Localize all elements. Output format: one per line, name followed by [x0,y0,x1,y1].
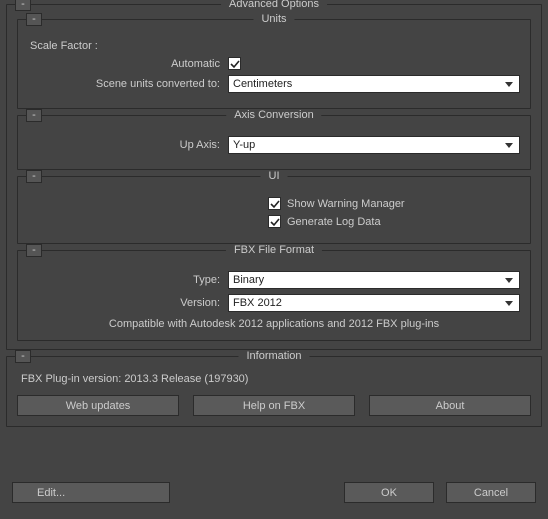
type-label: Type: [28,274,228,286]
generate-log-label: Generate Log Data [287,216,381,228]
about-button[interactable]: About [369,395,531,416]
scene-units-label: Scene units converted to: [28,78,228,90]
axis-collapse-button[interactable]: - [26,109,42,122]
type-value: Binary [233,274,264,286]
ui-title: UI [261,170,288,182]
web-updates-button[interactable]: Web updates [17,395,179,416]
help-on-fbx-button[interactable]: Help on FBX [193,395,355,416]
automatic-label: Automatic [28,58,228,70]
cancel-button[interactable]: Cancel [446,482,536,503]
advanced-title: Advanced Options [221,0,327,10]
dialog-bottom-bar: Edit... OK Cancel [6,478,542,503]
edit-button[interactable]: Edit... [12,482,170,503]
automatic-checkbox[interactable] [228,57,241,70]
units-collapse-button[interactable]: - [26,13,42,26]
generate-log-checkbox[interactable] [268,215,281,228]
information-group: - Information FBX Plug-in version: 2013.… [6,356,542,427]
info-title: Information [238,350,309,362]
fbx-compat-note: Compatible with Autodesk 2012 applicatio… [28,318,520,330]
type-select[interactable]: Binary [228,271,520,289]
fbx-file-format-group: - FBX File Format Type: Binary Ver [17,250,531,341]
scene-units-value: Centimeters [233,78,292,90]
axis-title: Axis Conversion [226,109,321,121]
version-value: FBX 2012 [233,297,282,309]
show-warning-label: Show Warning Manager [287,198,405,210]
ok-button[interactable]: OK [344,482,434,503]
info-collapse-button[interactable]: - [15,350,31,363]
ui-group: - UI Show Warning Manager Generate Log D [17,176,531,244]
version-label: Version: [28,297,228,309]
up-axis-select[interactable]: Y-up [228,136,520,154]
fbx-title: FBX File Format [226,244,322,256]
ui-collapse-button[interactable]: - [26,170,42,183]
axis-conversion-group: - Axis Conversion Up Axis: Y-up [17,115,531,170]
fbx-collapse-button[interactable]: - [26,244,42,257]
advanced-options-group: - Advanced Options - Units Scale Factor … [6,4,542,350]
up-axis-label: Up Axis: [28,139,228,151]
chevron-down-icon [501,296,517,310]
scale-factor-label: Scale Factor : [28,40,98,52]
up-axis-value: Y-up [233,139,255,151]
scene-units-select[interactable]: Centimeters [228,75,520,93]
chevron-down-icon [501,273,517,287]
version-select[interactable]: FBX 2012 [228,294,520,312]
show-warning-checkbox[interactable] [268,197,281,210]
units-title: Units [253,13,294,25]
advanced-collapse-button[interactable]: - [15,0,31,11]
chevron-down-icon [501,138,517,152]
units-group: - Units Scale Factor : Automatic Scene u… [17,19,531,109]
plugin-version-text: FBX Plug-in version: 2013.3 Release (197… [21,373,531,385]
chevron-down-icon [501,77,517,91]
